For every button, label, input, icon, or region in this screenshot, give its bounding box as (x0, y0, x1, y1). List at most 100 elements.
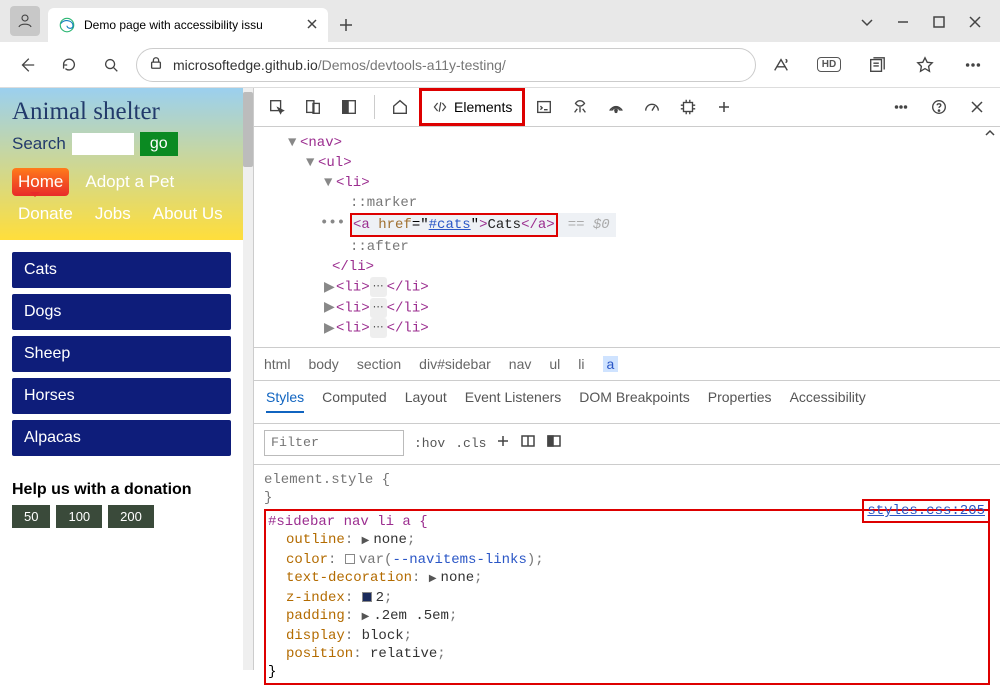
favorite-icon[interactable] (908, 48, 942, 82)
read-aloud-icon[interactable] (764, 48, 798, 82)
browser-toolbar: microsoftedge.github.io/Demos/devtools-a… (0, 42, 1000, 88)
profile-button[interactable] (10, 6, 40, 36)
device-toggle-icon[interactable] (296, 90, 330, 124)
url-text: microsoftedge.github.io/Demos/devtools-a… (173, 57, 506, 73)
chevron-down-icon[interactable] (860, 15, 874, 32)
crumb[interactable]: html (264, 356, 290, 372)
source-link[interactable]: styles.css:205 (862, 499, 990, 523)
css-declaration[interactable]: text-decoration: ▶none; (286, 569, 984, 589)
css-declaration[interactable]: z-index: 2; (286, 589, 984, 607)
more-menu-icon[interactable] (956, 48, 990, 82)
cls-toggle[interactable]: .cls (455, 436, 486, 451)
lock-icon (149, 56, 163, 73)
crumb[interactable]: li (578, 356, 584, 372)
collections-icon[interactable] (860, 48, 894, 82)
inspect-icon[interactable] (260, 90, 294, 124)
styles-rules[interactable]: element.style { } #sidebar nav li a { ou… (254, 465, 1000, 693)
demo-page: Animal shelter Search go Home Adopt a Pe… (0, 88, 243, 670)
nav-jobs[interactable]: Jobs (89, 200, 137, 228)
search-label: Search (12, 134, 66, 154)
back-button[interactable] (10, 48, 44, 82)
page-scrollbar[interactable] (243, 88, 253, 670)
tab-elements[interactable]: Elements (419, 88, 525, 126)
devtools-help-icon[interactable] (922, 90, 956, 124)
sidebar-item-dogs[interactable]: Dogs (12, 294, 231, 330)
elements-tab-label: Elements (454, 99, 512, 115)
minimize-icon[interactable] (896, 15, 910, 32)
tab-properties[interactable]: Properties (708, 389, 772, 413)
memory-tab-icon[interactable] (671, 90, 705, 124)
hov-toggle[interactable]: :hov (414, 436, 445, 451)
edge-favicon (58, 16, 76, 34)
sources-tab-icon[interactable] (563, 90, 597, 124)
flex-icon[interactable] (520, 433, 536, 453)
nav-adopt[interactable]: Adopt a Pet (79, 168, 180, 196)
dock-icon[interactable] (332, 90, 366, 124)
donate-200[interactable]: 200 (108, 505, 154, 528)
go-button[interactable]: go (140, 132, 178, 156)
crumb-selected[interactable]: a (603, 356, 619, 372)
sidebar-item-alpacas[interactable]: Alpacas (12, 420, 231, 456)
css-declaration[interactable]: color: var(--navitems-links); (286, 551, 984, 569)
sidebar-item-horses[interactable]: Horses (12, 378, 231, 414)
devtools-panel: Elements ▼<nav> ▼<ul> ▼<li> ::marker ••• (253, 88, 1000, 670)
donation-heading: Help us with a donation (12, 480, 231, 499)
styles-toolbar: :hov .cls (254, 424, 1000, 465)
search-input[interactable] (72, 133, 134, 155)
maximize-icon[interactable] (932, 15, 946, 32)
console-tab-icon[interactable] (527, 90, 561, 124)
sidebar-item-cats[interactable]: Cats (12, 252, 231, 288)
page-title: Animal shelter (12, 98, 231, 126)
tab-dom-breakpoints[interactable]: DOM Breakpoints (579, 389, 689, 413)
crumb[interactable]: div#sidebar (419, 356, 491, 372)
donate-50[interactable]: 50 (12, 505, 50, 528)
crumb[interactable]: nav (509, 356, 532, 372)
address-bar[interactable]: microsoftedge.github.io/Demos/devtools-a… (136, 48, 756, 82)
nav-about[interactable]: About Us (147, 200, 229, 228)
hd-badge[interactable]: HD (812, 48, 846, 82)
add-tab-icon[interactable] (707, 90, 741, 124)
browser-tab[interactable]: Demo page with accessibility issu (48, 8, 328, 42)
crumb[interactable]: section (357, 356, 401, 372)
close-window-icon[interactable] (968, 15, 982, 32)
css-declaration[interactable]: position: relative; (286, 645, 984, 663)
close-tab-icon[interactable] (306, 18, 318, 33)
crumb[interactable]: ul (549, 356, 560, 372)
css-rule: #sidebar nav li a { outline: ▶none;color… (264, 509, 990, 685)
window-titlebar: Demo page with accessibility issu (0, 0, 1000, 42)
tab-title: Demo page with accessibility issu (84, 18, 298, 32)
css-declaration[interactable]: padding: ▶.2em .5em; (286, 607, 984, 627)
styles-filter-input[interactable] (264, 430, 404, 456)
dom-tree[interactable]: ▼<nav> ▼<ul> ▼<li> ::marker ••• <a href=… (254, 127, 1000, 347)
refresh-button[interactable] (52, 48, 86, 82)
network-tab-icon[interactable] (599, 90, 633, 124)
crumb[interactable]: body (308, 356, 338, 372)
computed-sidebar-icon[interactable] (546, 433, 562, 453)
tab-event-listeners[interactable]: Event Listeners (465, 389, 562, 413)
sidebar-item-sheep[interactable]: Sheep (12, 336, 231, 372)
tab-computed[interactable]: Computed (322, 389, 387, 413)
styles-tabbar: Styles Computed Layout Event Listeners D… (254, 381, 1000, 424)
new-tab-button[interactable] (328, 8, 364, 42)
nav-donate[interactable]: Donate (12, 200, 79, 228)
window-controls (860, 15, 1000, 42)
devtools-tabbar: Elements (254, 88, 1000, 127)
dom-breadcrumbs[interactable]: html body section div#sidebar nav ul li … (254, 347, 1000, 381)
donate-100[interactable]: 100 (56, 505, 102, 528)
css-declaration[interactable]: outline: ▶none; (286, 531, 984, 551)
performance-tab-icon[interactable] (635, 90, 669, 124)
tab-accessibility[interactable]: Accessibility (790, 389, 866, 413)
main-nav: Home Adopt a Pet Donate Jobs About Us (12, 168, 231, 240)
css-declaration[interactable]: display: block; (286, 627, 984, 645)
tab-layout[interactable]: Layout (405, 389, 447, 413)
rule-selector: #sidebar nav li a { (268, 514, 428, 530)
devtools-more-icon[interactable] (884, 90, 918, 124)
welcome-tab-icon[interactable] (383, 90, 417, 124)
element-style-selector: element.style { (264, 471, 990, 489)
search-button[interactable] (94, 48, 128, 82)
devtools-close-icon[interactable] (960, 90, 994, 124)
tab-styles[interactable]: Styles (266, 389, 304, 413)
new-rule-icon[interactable] (496, 434, 510, 452)
nav-home[interactable]: Home (12, 168, 69, 196)
sidebar-list: Cats Dogs Sheep Horses Alpacas (0, 240, 243, 474)
